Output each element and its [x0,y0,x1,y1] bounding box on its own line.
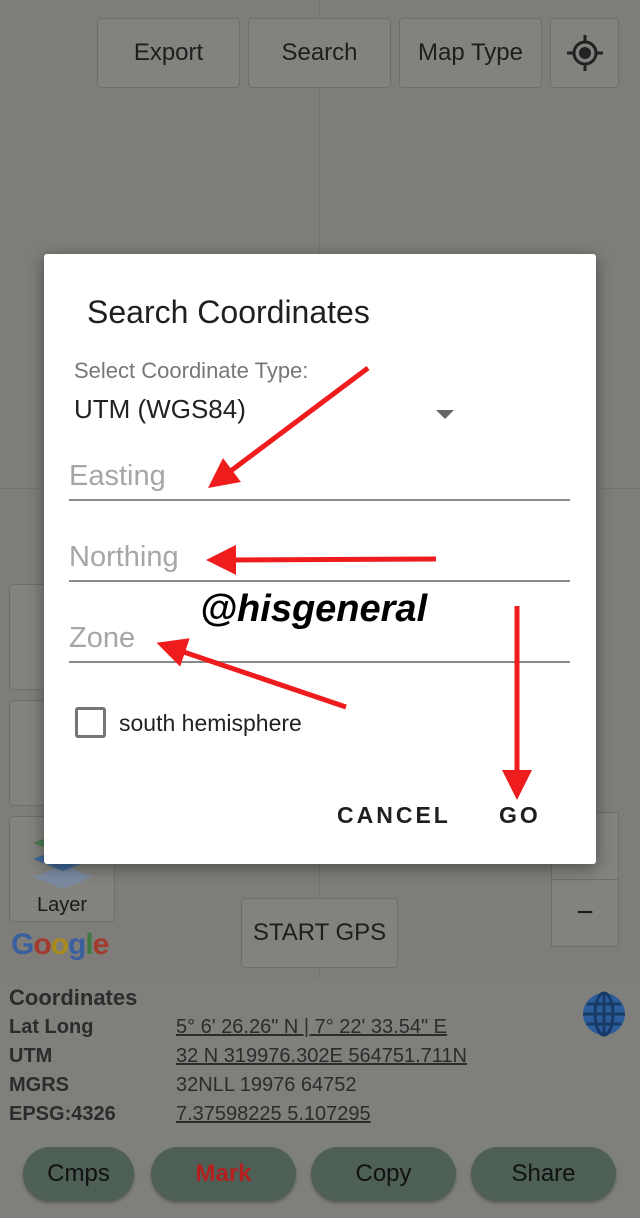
annotation-arrows [156,366,532,800]
arrow [156,638,347,710]
arrow [208,366,370,488]
arrow [206,544,437,575]
